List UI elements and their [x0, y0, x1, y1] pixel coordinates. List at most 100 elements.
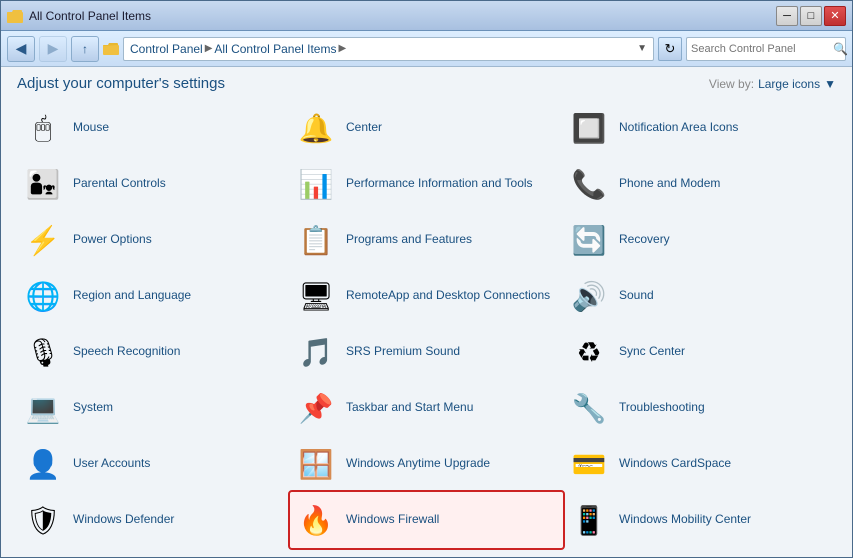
- speech-recognition-label[interactable]: Speech Recognition: [73, 344, 180, 360]
- control-item-power-options[interactable]: ⚡ Power Options: [17, 212, 290, 268]
- control-item-action-center[interactable]: 🔔 Center: [290, 100, 563, 156]
- sound-icon: 🔊: [569, 276, 609, 316]
- action-center-icon: 🔔: [296, 108, 336, 148]
- control-item-mouse[interactable]: 🖱 Mouse: [17, 100, 290, 156]
- mouse-icon: 🖱: [23, 108, 63, 148]
- control-item-region-language[interactable]: 🌐 Region and Language: [17, 268, 290, 324]
- search-input[interactable]: [691, 43, 833, 55]
- control-item-system[interactable]: 💻 System: [17, 380, 290, 436]
- title-bar-left: All Control Panel Items: [7, 8, 151, 24]
- windows-firewall-label[interactable]: Windows Firewall: [346, 512, 439, 528]
- srs-premium-label[interactable]: SRS Premium Sound: [346, 344, 460, 360]
- minimize-button[interactable]: ─: [776, 6, 798, 26]
- control-item-programs-features[interactable]: 📋 Programs and Features: [290, 212, 563, 268]
- windows-mobility-icon: 📱: [569, 500, 609, 540]
- control-item-windows-cardspace[interactable]: 💳Windows CardSpace: [563, 436, 836, 492]
- region-language-label[interactable]: Region and Language: [73, 288, 191, 304]
- control-item-recovery[interactable]: 🔄 Recovery: [563, 212, 836, 268]
- troubleshooting-label[interactable]: Troubleshooting: [619, 400, 705, 416]
- breadcrumb-bar: Control Panel ▶ All Control Panel Items …: [123, 37, 654, 61]
- action-center-label[interactable]: Center: [346, 120, 382, 136]
- windows-defender-label[interactable]: Windows Defender: [73, 512, 174, 528]
- control-item-speech-recognition[interactable]: 🎙 Speech Recognition: [17, 324, 290, 380]
- control-item-troubleshooting[interactable]: 🔧 Troubleshooting: [563, 380, 836, 436]
- back-button[interactable]: ◀: [7, 36, 35, 62]
- title-bar: All Control Panel Items ─ □ ✕: [1, 1, 852, 31]
- control-item-phone-modem[interactable]: 📞 Phone and Modem: [563, 156, 836, 212]
- items-wrapper: 🖱 Mouse 🔔 Center 🔲 Notification Area Icons 👨‍👧…: [1, 96, 852, 557]
- control-item-taskbar[interactable]: 📌 Taskbar and Start Menu: [290, 380, 563, 436]
- system-icon: 💻: [23, 388, 63, 428]
- view-by-label: View by:: [709, 77, 754, 91]
- address-folder-icon: [103, 42, 119, 56]
- address-bar: ◀ ▶ ↑ Control Panel ▶ All Control Panel …: [1, 31, 852, 67]
- windows-cardspace-label[interactable]: Windows CardSpace: [619, 456, 731, 472]
- control-item-windows-defender[interactable]: 🛡 Windows Defender: [17, 492, 290, 548]
- taskbar-label[interactable]: Taskbar and Start Menu: [346, 400, 473, 416]
- speech-recognition-icon: 🎙: [23, 332, 63, 372]
- notification-area-label[interactable]: Notification Area Icons: [619, 120, 738, 136]
- sound-label[interactable]: Sound: [619, 288, 654, 304]
- notification-area-icon: 🔲: [569, 108, 609, 148]
- phone-modem-icon: 📞: [569, 164, 609, 204]
- view-by-dropdown-icon[interactable]: ▼: [824, 77, 836, 91]
- phone-modem-label[interactable]: Phone and Modem: [619, 176, 720, 192]
- maximize-button[interactable]: □: [800, 6, 822, 26]
- control-item-sound[interactable]: 🔊 Sound: [563, 268, 836, 324]
- windows-firewall-icon: 🔥: [296, 500, 336, 540]
- main-area: Adjust your computer's settings View by:…: [1, 67, 852, 557]
- programs-features-label[interactable]: Programs and Features: [346, 232, 472, 248]
- control-item-sync-center[interactable]: ♻Sync Center: [563, 324, 836, 380]
- forward-button[interactable]: ▶: [39, 36, 67, 62]
- breadcrumb-sep-1: ▶: [205, 43, 213, 54]
- region-language-icon: 🌐: [23, 276, 63, 316]
- title-bar-buttons: ─ □ ✕: [776, 6, 846, 26]
- troubleshooting-icon: 🔧: [569, 388, 609, 428]
- power-options-icon: ⚡: [23, 220, 63, 260]
- close-button[interactable]: ✕: [824, 6, 846, 26]
- srs-premium-icon: 🎵: [296, 332, 336, 372]
- breadcrumb-all-items[interactable]: All Control Panel Items: [214, 42, 336, 56]
- parental-controls-label[interactable]: Parental Controls: [73, 176, 166, 192]
- folder-icon: [7, 8, 23, 24]
- window-frame: All Control Panel Items ─ □ ✕ ◀ ▶ ↑ Cont…: [0, 0, 853, 558]
- control-item-remoteapp[interactable]: 🖥RemoteApp and Desktop Connections: [290, 268, 563, 324]
- view-by-value[interactable]: Large icons: [758, 77, 820, 91]
- taskbar-icon: 📌: [296, 388, 336, 428]
- windows-anytime-label[interactable]: Windows Anytime Upgrade: [346, 456, 490, 472]
- control-item-srs-premium[interactable]: 🎵 SRS Premium Sound: [290, 324, 563, 380]
- performance-info-icon: 📊: [296, 164, 336, 204]
- breadcrumb-control-panel[interactable]: Control Panel: [130, 42, 203, 56]
- control-item-parental-controls[interactable]: 👨‍👧 Parental Controls: [17, 156, 290, 212]
- refresh-button[interactable]: ↻: [658, 37, 682, 61]
- control-item-windows-update[interactable]: 🔁Windows Update: [17, 548, 290, 557]
- power-options-label[interactable]: Power Options: [73, 232, 152, 248]
- system-label[interactable]: System: [73, 400, 113, 416]
- programs-features-icon: 📋: [296, 220, 336, 260]
- control-item-user-accounts[interactable]: 👤 User Accounts: [17, 436, 290, 492]
- recovery-icon: 🔄: [569, 220, 609, 260]
- control-item-performance-info[interactable]: 📊 Performance Information and Tools: [290, 156, 563, 212]
- items-scroll[interactable]: 🖱 Mouse 🔔 Center 🔲 Notification Area Icons 👨‍👧…: [1, 96, 852, 557]
- control-item-windows-firewall[interactable]: 🔥 Windows Firewall: [290, 492, 563, 548]
- view-by-control: View by: Large icons ▼: [709, 77, 836, 91]
- parental-controls-icon: 👨‍👧: [23, 164, 63, 204]
- windows-defender-icon: 🛡: [23, 500, 63, 540]
- control-item-windows-mobility[interactable]: 📱 Windows Mobility Center: [563, 492, 836, 548]
- control-item-windows-anytime[interactable]: 🪟 Windows Anytime Upgrade: [290, 436, 563, 492]
- windows-mobility-label[interactable]: Windows Mobility Center: [619, 512, 751, 528]
- breadcrumb-dropdown[interactable]: ▼: [637, 43, 647, 54]
- performance-info-label[interactable]: Performance Information and Tools: [346, 176, 533, 192]
- user-accounts-label[interactable]: User Accounts: [73, 456, 150, 472]
- search-box: 🔍: [686, 37, 846, 61]
- user-accounts-icon: 👤: [23, 444, 63, 484]
- remoteapp-label[interactable]: RemoteApp and Desktop Connections: [346, 288, 550, 304]
- sync-center-label[interactable]: Sync Center: [619, 344, 685, 360]
- up-button[interactable]: ↑: [71, 36, 99, 62]
- recovery-label[interactable]: Recovery: [619, 232, 670, 248]
- items-grid: 🖱 Mouse 🔔 Center 🔲 Notification Area Icons 👨‍👧…: [17, 100, 836, 557]
- title-bar-text: All Control Panel Items: [29, 9, 151, 23]
- mouse-label[interactable]: Mouse: [73, 120, 109, 136]
- windows-anytime-icon: 🪟: [296, 444, 336, 484]
- control-item-notification-area[interactable]: 🔲 Notification Area Icons: [563, 100, 836, 156]
